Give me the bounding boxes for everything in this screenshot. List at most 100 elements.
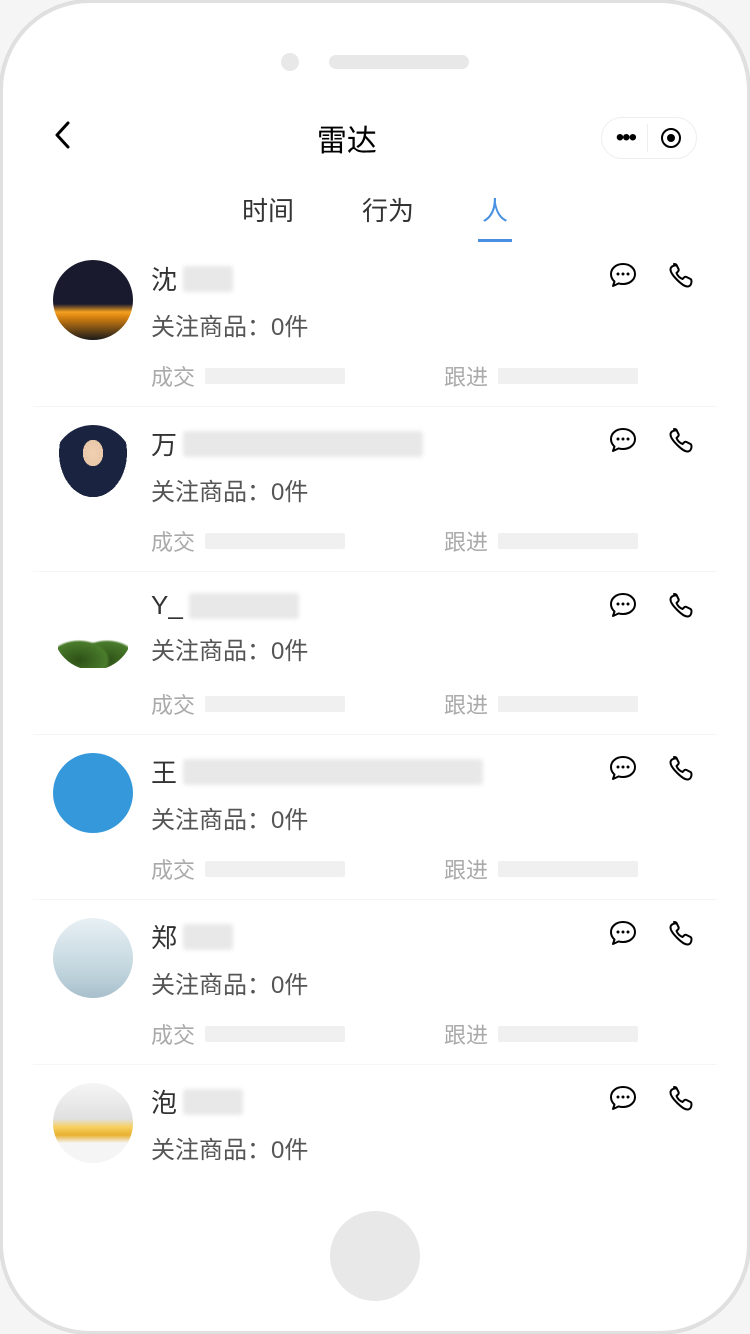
avatar[interactable]	[53, 425, 133, 505]
followup-label: 跟进	[444, 360, 488, 392]
contact-name: 王	[151, 753, 177, 790]
avatar[interactable]	[53, 918, 133, 998]
close-miniprogram-button[interactable]	[648, 127, 682, 149]
followup-metric: 跟进	[444, 360, 697, 392]
volume-down-button	[0, 383, 1, 453]
deal-bar	[205, 368, 345, 384]
deal-label: 成交	[151, 360, 195, 392]
followup-label: 跟进	[444, 853, 488, 885]
tab-behavior[interactable]: 行为	[358, 185, 418, 234]
camera-dot	[281, 53, 299, 71]
call-button[interactable]	[665, 425, 697, 457]
contact-item[interactable]: 万关注商品：0件成交 跟进	[33, 407, 717, 572]
contact-item[interactable]: 王关注商品：0件成交 跟进	[33, 735, 717, 900]
followup-label: 跟进	[444, 525, 488, 557]
chat-button[interactable]	[607, 1083, 639, 1115]
deal-metric: 成交	[151, 1018, 404, 1050]
tab-people[interactable]: 人	[478, 185, 512, 234]
page-header: 雷达 •••	[33, 103, 717, 173]
followup-bar	[498, 861, 638, 877]
deal-label: 成交	[151, 688, 195, 720]
contact-item[interactable]: Y_ 关注商品：0件成交 跟进	[33, 572, 717, 735]
followed-goods: 关注商品：0件	[151, 307, 589, 342]
home-button[interactable]	[330, 1211, 420, 1301]
deal-metric: 成交	[151, 360, 404, 392]
redacted-name	[189, 593, 299, 619]
contact-actions	[607, 753, 697, 785]
followup-metric: 跟进	[444, 688, 697, 720]
followup-label: 跟进	[444, 1018, 488, 1050]
contact-actions	[607, 918, 697, 950]
deal-bar	[205, 696, 345, 712]
contact-item[interactable]: 泡关注商品：0件成交跟进	[33, 1065, 717, 1181]
contact-name: 郑	[151, 918, 177, 955]
followup-bar	[498, 368, 638, 384]
deal-bar	[205, 861, 345, 877]
contact-info: 王关注商品：0件	[151, 753, 589, 835]
tab-time[interactable]: 时间	[238, 185, 298, 234]
followup-bar	[498, 533, 638, 549]
avatar[interactable]	[53, 260, 133, 340]
speaker	[329, 55, 469, 69]
contact-info: Y_ 关注商品：0件	[151, 590, 589, 666]
contact-name: 万	[151, 425, 177, 462]
deal-metric: 成交	[151, 525, 404, 557]
contact-info: 泡关注商品：0件	[151, 1083, 589, 1165]
contact-item[interactable]: 沈关注商品：0件成交 跟进	[33, 242, 717, 407]
back-button[interactable]	[53, 117, 93, 159]
contact-info: 郑关注商品：0件	[151, 918, 589, 1000]
avatar[interactable]	[53, 753, 133, 833]
call-button[interactable]	[665, 1083, 697, 1115]
contact-info: 沈关注商品：0件	[151, 260, 589, 342]
call-button[interactable]	[665, 590, 697, 622]
redacted-name	[183, 266, 233, 292]
phone-frame: 雷达 ••• 时间 行为 人 沈关注商品：0件成交跟进万关注商品：0件成交跟进Y…	[0, 0, 750, 1334]
followup-metric: 跟进	[444, 853, 697, 885]
chat-button[interactable]	[607, 753, 639, 785]
contact-name: Y_	[151, 590, 183, 621]
chat-button[interactable]	[607, 260, 639, 292]
capsule-menu: •••	[601, 117, 697, 159]
volume-up-button	[0, 263, 1, 333]
contact-item[interactable]: 郑关注商品：0件成交 跟进	[33, 900, 717, 1065]
contact-info: 万关注商品：0件	[151, 425, 589, 507]
deal-metric: 成交	[151, 688, 404, 720]
target-icon	[660, 127, 682, 149]
call-button[interactable]	[665, 918, 697, 950]
followed-goods: 关注商品：0件	[151, 631, 589, 666]
deal-bar	[205, 1026, 345, 1042]
contact-actions	[607, 425, 697, 457]
more-button[interactable]: •••	[616, 124, 648, 152]
call-button[interactable]	[665, 753, 697, 785]
deal-label: 成交	[151, 1018, 195, 1050]
tab-bar: 时间 行为 人	[33, 173, 717, 242]
redacted-name	[183, 1089, 243, 1115]
contact-name: 沈	[151, 260, 177, 297]
avatar[interactable]	[53, 1083, 133, 1163]
redacted-name	[183, 924, 233, 950]
followed-goods: 关注商品：0件	[151, 1130, 589, 1165]
followup-label: 跟进	[444, 688, 488, 720]
deal-bar	[205, 533, 345, 549]
deal-label: 成交	[151, 525, 195, 557]
contact-list[interactable]: 沈关注商品：0件成交跟进万关注商品：0件成交跟进Y_关注商品：0件成交跟进王关注…	[33, 242, 717, 1181]
chat-button[interactable]	[607, 590, 639, 622]
deal-metric: 成交	[151, 853, 404, 885]
call-button[interactable]	[665, 260, 697, 292]
followup-bar	[498, 1026, 638, 1042]
contact-actions	[607, 1083, 697, 1115]
phone-notch	[281, 53, 469, 71]
followed-goods: 关注商品：0件	[151, 472, 589, 507]
app-screen: 雷达 ••• 时间 行为 人 沈关注商品：0件成交跟进万关注商品：0件成交跟进Y…	[33, 103, 717, 1181]
contact-name: 泡	[151, 1083, 177, 1120]
chat-button[interactable]	[607, 918, 639, 950]
deal-label: 成交	[151, 853, 195, 885]
followed-goods: 关注商品：0件	[151, 965, 589, 1000]
page-title: 雷达	[317, 116, 377, 160]
avatar[interactable]	[53, 590, 133, 670]
contact-actions	[607, 260, 697, 292]
chevron-left-icon	[53, 120, 71, 150]
chat-button[interactable]	[607, 425, 639, 457]
followup-metric: 跟进	[444, 525, 697, 557]
contact-actions	[607, 590, 697, 622]
